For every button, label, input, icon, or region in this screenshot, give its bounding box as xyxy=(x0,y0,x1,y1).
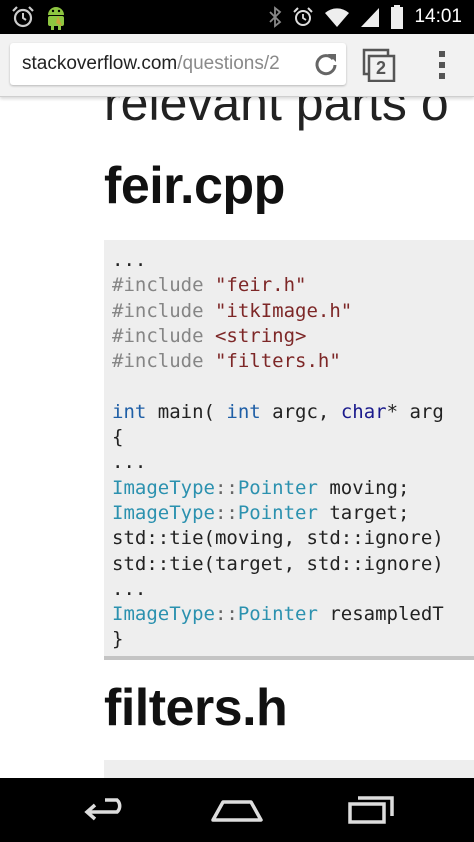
code-line: ... xyxy=(112,249,147,271)
wifi-icon xyxy=(325,8,350,27)
code-token: target; xyxy=(317,501,410,524)
code-line: { xyxy=(112,426,124,449)
tab-count: 2 xyxy=(376,58,387,78)
code-token: "filters.h" xyxy=(214,350,341,373)
heading-filters-h: filters.h xyxy=(104,679,288,737)
code-line: ... xyxy=(112,577,147,600)
code-token: #include xyxy=(112,324,204,347)
code-token: :: xyxy=(214,501,238,524)
navigation-bar xyxy=(0,778,474,842)
code-token: char xyxy=(340,400,387,423)
code-token: "feir.h" xyxy=(214,274,307,297)
address-bar[interactable]: stackoverflow.com/questions/2 xyxy=(10,43,346,85)
code-token: #include xyxy=(112,350,204,373)
code-token: * arg xyxy=(386,400,444,423)
home-icon xyxy=(211,800,263,822)
back-icon xyxy=(84,798,122,821)
code-line: std::tie(moving, std::ignore) xyxy=(112,527,444,550)
code-line: ... xyxy=(112,451,147,474)
status-bar: 14:01 xyxy=(0,0,474,34)
code-token: Pointer xyxy=(237,501,318,524)
url-host: stackoverflow.com xyxy=(22,53,178,74)
code-token: int xyxy=(112,400,147,423)
code-token: ImageType xyxy=(112,501,215,524)
partial-heading: relevant parts o xyxy=(104,96,449,131)
code-token: int xyxy=(226,400,261,423)
web-content[interactable]: relevant parts o feir.cpp ... #include "… xyxy=(0,96,474,778)
code-token: resampledT xyxy=(317,603,444,626)
signal-icon xyxy=(361,8,380,27)
clock: 14:01 xyxy=(414,6,462,27)
battery-icon xyxy=(391,5,404,29)
tab-switcher-button[interactable]: 2 xyxy=(362,48,396,82)
home-button[interactable] xyxy=(207,790,267,830)
code-token: :: xyxy=(214,603,238,626)
code-token: ImageType xyxy=(112,603,215,626)
heading-feir-cpp: feir.cpp xyxy=(104,157,285,215)
url-path: /questions/2 xyxy=(177,53,280,74)
code-token: Pointer xyxy=(237,476,318,499)
browser-toolbar: stackoverflow.com/questions/2 2 xyxy=(0,34,474,97)
bluetooth-icon xyxy=(269,6,282,28)
code-token: :: xyxy=(214,476,238,499)
recent-apps-icon xyxy=(348,796,394,824)
reload-icon[interactable] xyxy=(312,50,340,78)
code-token: Pointer xyxy=(237,603,318,626)
code-token: #include xyxy=(112,274,204,297)
code-token: #include xyxy=(112,299,204,322)
code-token: <string> xyxy=(214,324,307,347)
code-token: "itkImage.h" xyxy=(214,299,353,322)
recent-apps-button[interactable] xyxy=(340,790,400,830)
code-block-filters-h xyxy=(104,760,474,778)
alarm-icon xyxy=(12,6,34,28)
code-token: ImageType xyxy=(112,476,215,499)
code-line: std::tie(target, std::ignore) xyxy=(112,552,444,575)
back-button[interactable] xyxy=(75,790,135,830)
code-token: main( xyxy=(146,400,227,423)
url-text[interactable]: stackoverflow.com/questions/2 xyxy=(22,43,280,85)
alarm-status-icon xyxy=(293,7,314,26)
android-notification-icon xyxy=(48,7,64,30)
menu-button[interactable] xyxy=(432,48,452,82)
code-token: moving; xyxy=(317,476,410,499)
code-block-feir-cpp: ... #include "feir.h" #include "itkImage… xyxy=(104,240,474,660)
code-line: } xyxy=(112,628,124,651)
overflow-menu-icon xyxy=(439,51,445,79)
code-token: argc, xyxy=(260,400,341,423)
